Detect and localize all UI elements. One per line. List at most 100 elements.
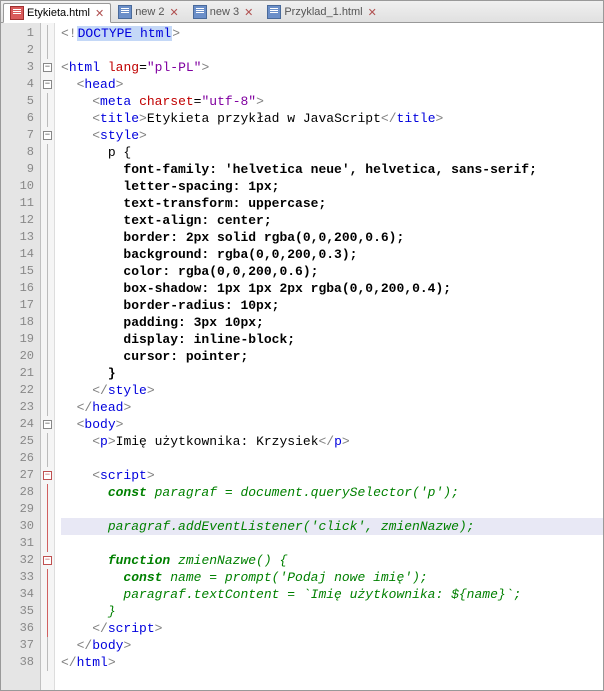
token: </	[92, 621, 108, 636]
code-line[interactable]: text-transform: uppercase;	[61, 195, 603, 212]
close-icon[interactable]: ✕	[168, 6, 179, 19]
code-line[interactable]: display: inline-block;	[61, 331, 603, 348]
fold-cell: −	[41, 467, 54, 484]
tab-new-2[interactable]: new 2 ✕	[111, 2, 186, 22]
tab-bar: Etykieta.html✕new 2✕new 3✕Przyklad_1.htm…	[1, 1, 603, 23]
code-line[interactable]: p {	[61, 144, 603, 161]
code-line[interactable]: letter-spacing: 1px;	[61, 178, 603, 195]
tab-label: new 3	[210, 6, 239, 18]
token: Etykieta przykład w JavaScript	[147, 111, 381, 126]
code-line[interactable]: padding: 3px 10px;	[61, 314, 603, 331]
tab-przyklad-1-html[interactable]: Przyklad_1.html ✕	[260, 2, 383, 22]
line-number: 18	[1, 314, 40, 331]
token: </	[77, 638, 93, 653]
code-line[interactable]: function zmienNazwe() {	[61, 552, 603, 569]
token: "pl-PL"	[147, 60, 202, 75]
token	[131, 94, 139, 109]
fold-cell	[41, 195, 54, 212]
code-line[interactable]	[61, 450, 603, 467]
token: script	[100, 468, 147, 483]
token: >	[436, 111, 444, 126]
fold-cell	[41, 25, 54, 42]
token: <!	[61, 26, 77, 41]
code-area[interactable]: <!DOCTYPE html><html lang="pl-PL"> <head…	[55, 23, 603, 690]
token: p {	[108, 145, 131, 160]
close-icon[interactable]: ✕	[93, 7, 104, 20]
tab-new-3[interactable]: new 3✕	[186, 2, 261, 22]
line-number: 4	[1, 76, 40, 93]
fold-cell: −	[41, 59, 54, 76]
fold-toggle-icon[interactable]: −	[43, 471, 52, 480]
token: >	[139, 111, 147, 126]
code-line[interactable]: font-family: 'helvetica neue', helvetica…	[61, 161, 603, 178]
code-line[interactable]: </head>	[61, 399, 603, 416]
close-icon[interactable]: ✕	[242, 6, 253, 19]
fold-cell	[41, 42, 54, 59]
code-line[interactable]	[61, 42, 603, 59]
fold-toggle-icon[interactable]: −	[43, 131, 52, 140]
token: >	[342, 434, 350, 449]
code-line[interactable]: <meta charset="utf-8">	[61, 93, 603, 110]
code-line[interactable]: box-shadow: 1px 1px 2px rgba(0,0,200,0.4…	[61, 280, 603, 297]
token: <	[92, 434, 100, 449]
token: zmienNazwe() {	[170, 553, 287, 568]
fold-cell	[41, 382, 54, 399]
token: >	[147, 468, 155, 483]
code-line[interactable]: </html>	[61, 654, 603, 671]
code-line[interactable]: color: rgba(0,0,200,0.6);	[61, 263, 603, 280]
code-line[interactable]: const paragraf = document.querySelector(…	[61, 484, 603, 501]
code-line[interactable]: text-align: center;	[61, 212, 603, 229]
code-line[interactable]: background: rgba(0,0,200,0.3);	[61, 246, 603, 263]
token: text-transform: uppercase;	[123, 196, 326, 211]
tab-label: Przyklad_1.html	[284, 6, 362, 18]
fold-cell	[41, 586, 54, 603]
code-line[interactable]: </script>	[61, 620, 603, 637]
code-line[interactable]	[61, 535, 603, 552]
token: lang	[108, 60, 139, 75]
token: charset	[139, 94, 194, 109]
code-line[interactable]: <!DOCTYPE html>	[61, 25, 603, 42]
code-line[interactable]: border-radius: 10px;	[61, 297, 603, 314]
code-line[interactable]: <p>Imię użytkownika: Krzysiek</p>	[61, 433, 603, 450]
code-line[interactable]: <style>	[61, 127, 603, 144]
line-number: 29	[1, 501, 40, 518]
close-icon[interactable]: ✕	[366, 6, 377, 19]
token: Imię użytkownika: Krzysiek	[116, 434, 319, 449]
token	[100, 60, 108, 75]
code-line[interactable]: </body>	[61, 637, 603, 654]
line-number: 32	[1, 552, 40, 569]
code-line[interactable]: cursor: pointer;	[61, 348, 603, 365]
code-line[interactable]: </style>	[61, 382, 603, 399]
fold-toggle-icon[interactable]: −	[43, 420, 52, 429]
line-number-gutter: 1234567891011121314151617181920212223242…	[1, 23, 41, 690]
token: =	[139, 60, 147, 75]
code-line[interactable]: }	[61, 365, 603, 382]
code-line[interactable]: paragraf.textContent = `Imię użytkownika…	[61, 586, 603, 603]
fold-toggle-icon[interactable]: −	[43, 556, 52, 565]
tab-etykieta-html[interactable]: Etykieta.html✕	[3, 3, 111, 23]
token: >	[147, 383, 155, 398]
code-line[interactable]: <body>	[61, 416, 603, 433]
line-number: 9	[1, 161, 40, 178]
fold-toggle-icon[interactable]: −	[43, 63, 52, 72]
line-number: 24	[1, 416, 40, 433]
code-line[interactable]: border: 2px solid rgba(0,0,200,0.6);	[61, 229, 603, 246]
code-line[interactable]: <html lang="pl-PL">	[61, 59, 603, 76]
code-line[interactable]: paragraf.addEventListener('click', zmien…	[61, 518, 603, 535]
fold-toggle-icon[interactable]: −	[43, 80, 52, 89]
token: <	[92, 468, 100, 483]
line-number: 2	[1, 42, 40, 59]
line-number: 37	[1, 637, 40, 654]
token: </	[77, 400, 93, 415]
fold-cell	[41, 110, 54, 127]
code-line[interactable]: const name = prompt('Podaj nowe imię');	[61, 569, 603, 586]
code-line[interactable]	[61, 501, 603, 518]
code-line[interactable]: <head>	[61, 76, 603, 93]
code-line[interactable]: <script>	[61, 467, 603, 484]
tab-label: new 2	[135, 6, 164, 18]
line-number: 1	[1, 25, 40, 42]
code-line[interactable]: }	[61, 603, 603, 620]
token: html	[77, 655, 108, 670]
token: font-family: 'helvetica neue', helvetica…	[123, 162, 536, 177]
code-line[interactable]: <title>Etykieta przykład w JavaScript</t…	[61, 110, 603, 127]
